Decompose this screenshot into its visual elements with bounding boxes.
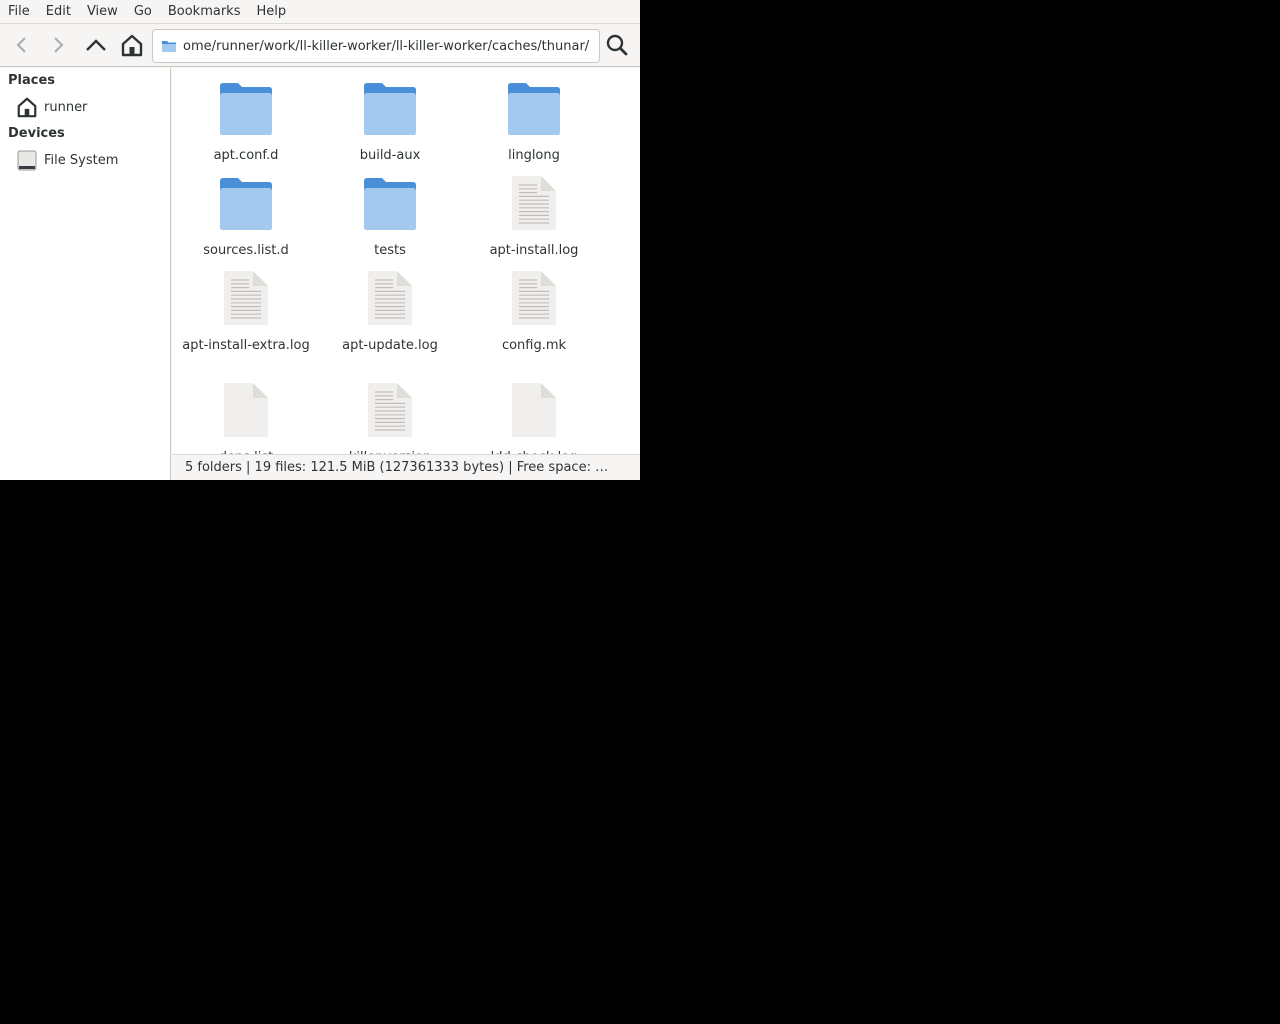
file-item[interactable]: deps.list [174, 380, 318, 454]
file-item[interactable]: tests [318, 173, 462, 258]
text-file-icon [368, 271, 412, 325]
go-up-icon [86, 39, 106, 51]
file-name: apt-update.log [342, 338, 438, 353]
home-button[interactable] [116, 29, 148, 61]
file-item[interactable]: apt-update.log [318, 268, 462, 353]
menu-file[interactable]: File [0, 0, 38, 24]
text-file-icon [512, 271, 556, 325]
go-back-icon [16, 37, 26, 53]
file-manager-window: File Edit View Go Bookmarks Help ome/run… [0, 0, 640, 480]
places-header: Places [8, 73, 56, 88]
file-name: sources.list.d [203, 243, 289, 258]
sidebar: Places runner Devices File System [0, 68, 171, 480]
folder-icon [508, 83, 560, 135]
go-forward-icon [54, 37, 64, 53]
file-name: tests [374, 243, 406, 258]
file-item[interactable]: apt-install-extra.log [174, 268, 318, 353]
file-item[interactable]: build-aux [318, 78, 462, 163]
file-item[interactable]: ldd-check.log [462, 380, 606, 454]
file-item[interactable]: apt-install.log [462, 173, 606, 258]
toolbar: ome/runner/work/ll-killer-worker/ll-kill… [0, 25, 640, 67]
devices-header: Devices [8, 126, 65, 141]
file-name: apt.conf.d [213, 148, 279, 163]
sidebar-item-label: File System [44, 152, 119, 168]
forward-button[interactable] [42, 29, 74, 61]
folder-icon [220, 178, 272, 230]
folder-icon [220, 83, 272, 135]
file-icon-view: apt.conf.d build-aux linglong sources.list.… [172, 68, 640, 454]
home-icon [121, 34, 143, 57]
up-button[interactable] [80, 29, 112, 61]
folder-icon [364, 83, 416, 135]
sidebar-item-file-system[interactable]: File System [16, 147, 118, 173]
menu-help[interactable]: Help [248, 0, 294, 24]
text-file-icon [512, 176, 556, 230]
blank-file-icon [224, 383, 268, 437]
back-button[interactable] [6, 29, 38, 61]
statusbar: 5 folders | 19 files: 121.5 MiB (1273613… [172, 454, 640, 480]
search-icon [606, 34, 628, 56]
file-item[interactable]: apt.conf.d [174, 78, 318, 163]
file-name: build-aux [359, 148, 421, 163]
location-path: ome/runner/work/ll-killer-worker/ll-kill… [183, 38, 590, 54]
drive-icon [17, 150, 37, 171]
folder-icon [364, 178, 416, 230]
blank-file-icon [512, 383, 556, 437]
file-item[interactable]: config.mk [462, 268, 606, 353]
menu-edit[interactable]: Edit [38, 0, 79, 24]
file-name: config.mk [501, 338, 567, 353]
file-name: apt-install.log [489, 243, 579, 258]
file-name: apt-install-extra.log [182, 338, 310, 353]
menu-view[interactable]: View [79, 0, 126, 24]
location-bar[interactable]: ome/runner/work/ll-killer-worker/ll-kill… [152, 29, 600, 63]
file-item[interactable]: killer.version [318, 380, 462, 454]
sidebar-item-runner[interactable]: runner [16, 94, 87, 120]
sidebar-item-label: runner [44, 99, 88, 115]
search-button[interactable] [601, 29, 633, 61]
file-item[interactable]: linglong [462, 78, 606, 163]
folder-icon [162, 41, 176, 52]
file-item[interactable]: sources.list.d [174, 173, 318, 258]
file-name: linglong [508, 148, 560, 163]
text-file-icon [368, 383, 412, 437]
menubar: File Edit View Go Bookmarks Help [0, 0, 640, 24]
menu-bookmarks[interactable]: Bookmarks [160, 0, 249, 24]
menu-go[interactable]: Go [126, 0, 160, 24]
home-icon [17, 97, 37, 118]
text-file-icon [224, 271, 268, 325]
